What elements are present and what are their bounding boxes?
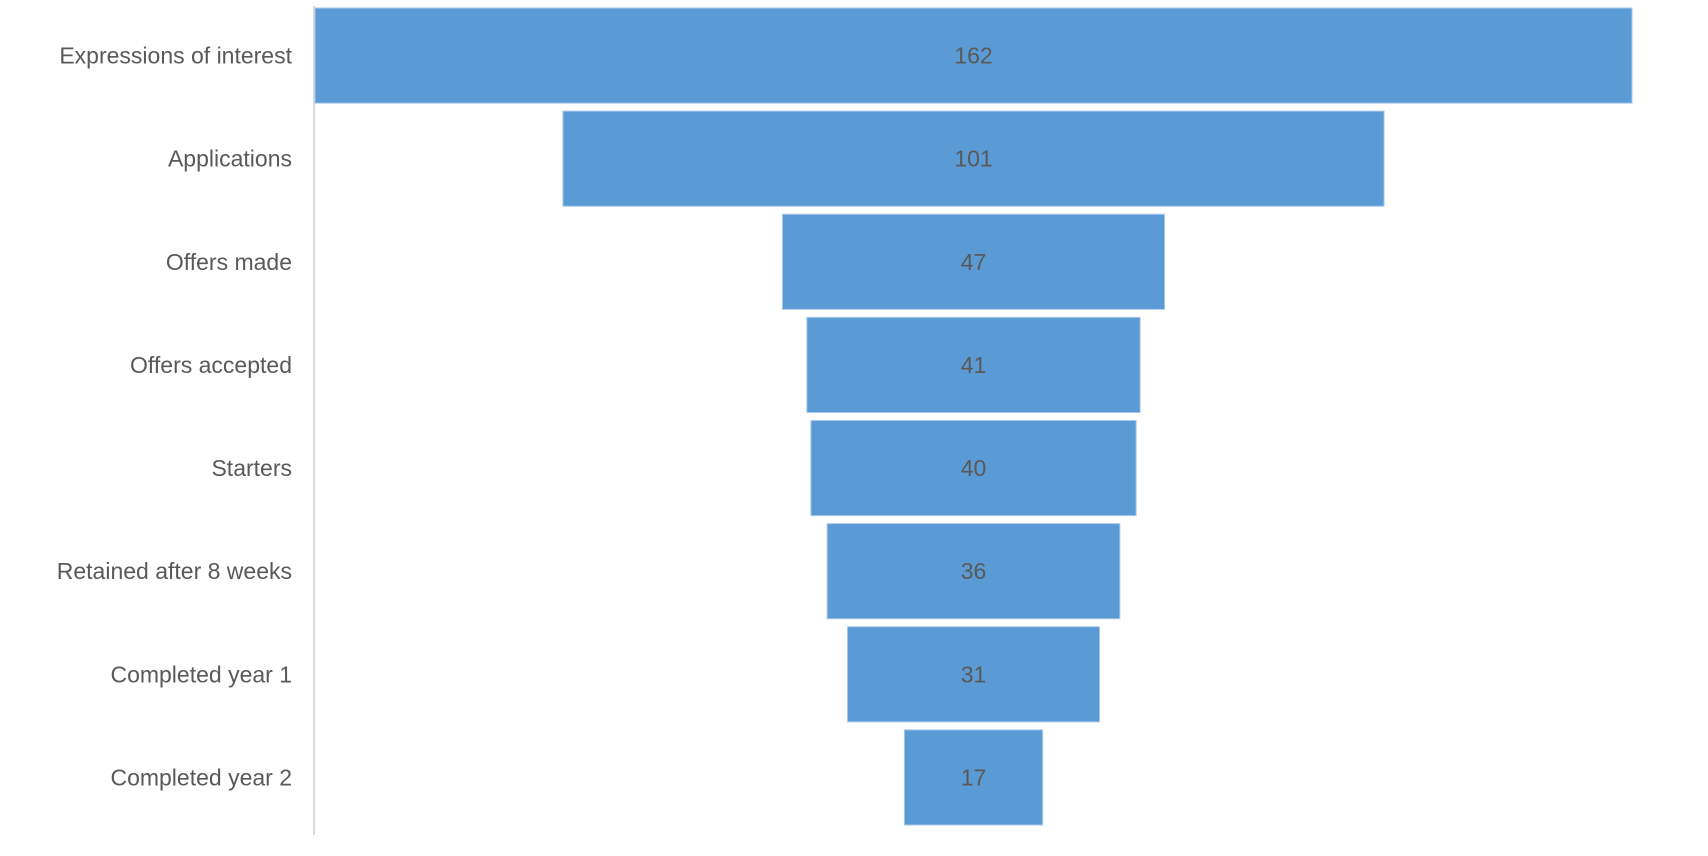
- category-label: Offers made: [166, 249, 292, 275]
- category-label: Retained after 8 weeks: [57, 558, 292, 584]
- value-label: 47: [961, 249, 987, 275]
- value-label: 162: [954, 43, 992, 69]
- value-label: 31: [961, 661, 987, 687]
- category-labels-group: Expressions of interest Applications Offer…: [57, 43, 293, 791]
- funnel-chart: Expressions of interest Applications Offer…: [57, 6, 1633, 835]
- category-label: Applications: [168, 146, 292, 172]
- bars-group: [314, 7, 1633, 826]
- value-label: 40: [961, 455, 987, 481]
- value-label: 101: [954, 146, 992, 172]
- category-label: Starters: [211, 455, 292, 481]
- category-label: Expressions of interest: [59, 43, 292, 69]
- category-label: Completed year 2: [110, 764, 292, 790]
- category-label: Offers accepted: [130, 352, 292, 378]
- category-label: Completed year 1: [110, 661, 292, 687]
- value-label: 17: [961, 764, 987, 790]
- value-label: 36: [961, 558, 987, 584]
- value-label: 41: [961, 352, 987, 378]
